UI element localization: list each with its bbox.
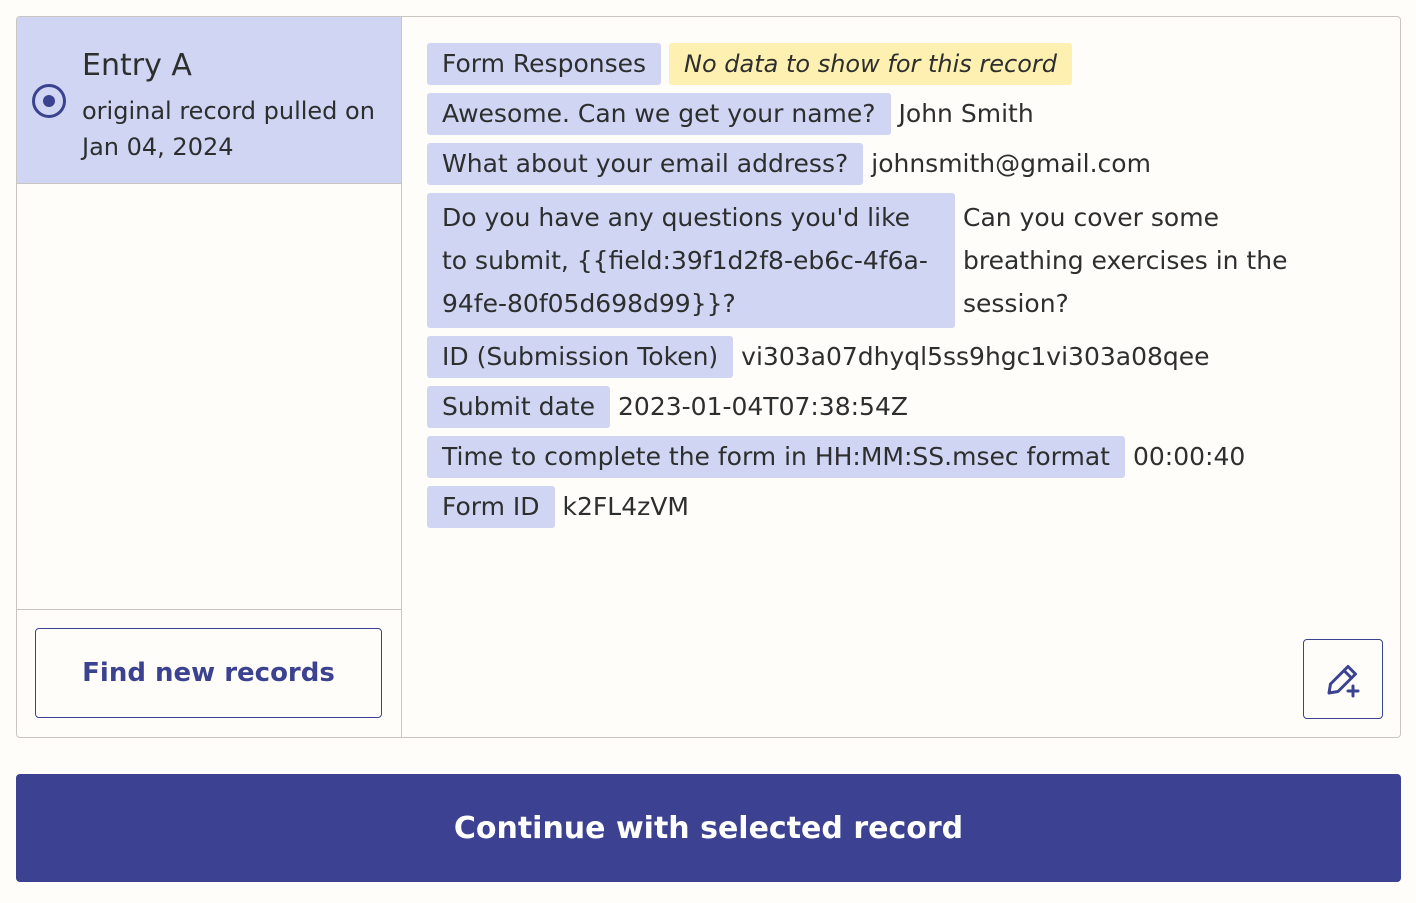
field-value: vi303a07dhyql5ss9hgc1vi303a08qee (741, 342, 1210, 371)
field-label: Awesome. Can we get your name? (427, 93, 891, 135)
field-label: Do you have any questions you'd like to … (427, 193, 955, 328)
field-value: Can you cover some breathing exercises i… (963, 203, 1288, 318)
radio-dot (43, 95, 55, 107)
field-label: ID (Submission Token) (427, 336, 734, 378)
field-value: John Smith (898, 99, 1034, 128)
field-label: Submit date (427, 386, 611, 428)
edit-record-button[interactable] (1303, 639, 1383, 719)
field-row: Awesome. Can we get your name? John Smit… (427, 93, 1400, 135)
record-picker-panel: Entry A original record pulled on Jan 04… (16, 16, 1401, 738)
field-row: Form ID k2FL4zVM (427, 486, 1400, 528)
section-label: Form Responses (427, 43, 662, 85)
section-header-row: Form Responses No data to show for this … (427, 43, 1400, 85)
field-value: 2023-01-04T07:38:54Z (618, 392, 908, 421)
field-label: Time to complete the form in HH:MM:SS.ms… (427, 436, 1125, 478)
find-new-records-button[interactable]: Find new records (35, 628, 382, 718)
record-details: Form Responses No data to show for this … (402, 17, 1400, 737)
entry-list: Entry A original record pulled on Jan 04… (17, 17, 402, 737)
field-row: Time to complete the form in HH:MM:SS.ms… (427, 436, 1400, 478)
entry-item-a[interactable]: Entry A original record pulled on Jan 04… (17, 17, 401, 184)
field-value: johnsmith@gmail.com (871, 149, 1151, 178)
edit-plus-icon (1327, 665, 1360, 698)
entry-title: Entry A (82, 48, 192, 83)
entry-list-footer: Find new records (17, 610, 401, 737)
no-data-notice: No data to show for this record (669, 43, 1073, 85)
field-row: What about your email address? johnsmith… (427, 143, 1400, 185)
field-label: What about your email address? (427, 143, 864, 185)
entry-list-empty-area (17, 184, 401, 610)
field-value: 00:00:40 (1132, 442, 1246, 471)
field-row: Submit date 2023-01-04T07:38:54Z (427, 386, 1400, 428)
field-row: Do you have any questions you'd like to … (427, 193, 1400, 328)
field-value: k2FL4zVM (562, 492, 689, 521)
continue-with-selected-record-button[interactable]: Continue with selected record (16, 774, 1401, 882)
field-label: Form ID (427, 486, 555, 528)
entry-subtitle: original record pulled on Jan 04, 2024 (82, 97, 375, 161)
radio-selected-icon[interactable] (32, 84, 66, 118)
field-row: ID (Submission Token) vi303a07dhyql5ss9h… (427, 336, 1400, 378)
